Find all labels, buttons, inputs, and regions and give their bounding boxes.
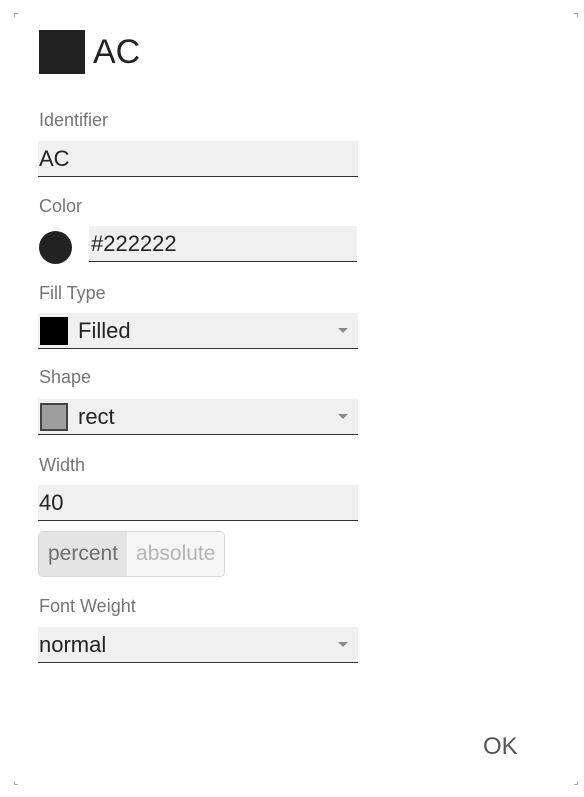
corner-mark	[14, 781, 18, 785]
chevron-down-icon	[338, 414, 348, 419]
fill-type-label: Fill Type	[39, 283, 106, 303]
color-label: Color	[39, 196, 83, 216]
color-field[interactable]: #222222	[89, 226, 357, 262]
fill-type-value: Filled	[78, 317, 131, 343]
font-weight-label: Font Weight	[39, 596, 136, 616]
width-unit-toggle: percent absolute	[38, 531, 226, 577]
fill-type-select[interactable]: Filled	[38, 313, 358, 349]
dialog-header: AC	[39, 30, 140, 74]
filled-square-icon	[40, 316, 68, 345]
font-weight-value: normal	[39, 631, 107, 657]
color-circle-icon[interactable]	[39, 231, 72, 264]
font-weight-select[interactable]: normal	[38, 627, 358, 663]
corner-mark	[14, 13, 18, 17]
chevron-down-icon	[338, 642, 348, 647]
color-swatch-icon	[39, 30, 85, 74]
shape-value: rect	[78, 403, 115, 429]
width-label: Width	[39, 455, 86, 475]
corner-mark	[574, 13, 578, 17]
width-field[interactable]: 40	[38, 485, 358, 521]
unit-percent-button[interactable]: percent	[39, 532, 128, 576]
unit-absolute-button[interactable]: absolute	[127, 532, 225, 576]
shape-select[interactable]: rect	[38, 399, 358, 435]
corner-mark	[574, 781, 578, 785]
dialog-title: AC	[93, 33, 141, 71]
identifier-label: Identifier	[39, 110, 109, 130]
chevron-down-icon	[338, 328, 348, 333]
identifier-field[interactable]: AC	[38, 141, 358, 177]
rect-shape-icon	[40, 402, 68, 431]
ok-button[interactable]: OK	[483, 733, 518, 761]
shape-label: Shape	[39, 367, 92, 387]
